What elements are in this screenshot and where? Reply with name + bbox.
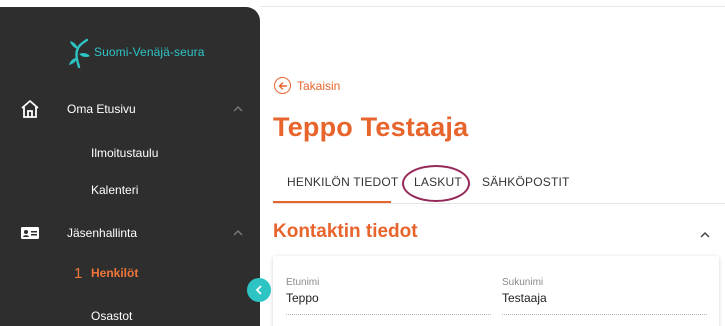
last-name-value[interactable]: Testaaja xyxy=(502,291,547,305)
contact-card: Etunimi Teppo Sukunimi Testaaja xyxy=(273,256,719,326)
sidebar-item-label: Kalenteri xyxy=(91,183,139,197)
home-icon xyxy=(19,98,41,120)
sidebar-item-ilmoitustaulu[interactable]: Ilmoitustaulu xyxy=(0,141,260,165)
first-name-value[interactable]: Teppo xyxy=(286,291,319,305)
back-label: Takaisin xyxy=(297,78,341,93)
collapse-sidebar-button[interactable] xyxy=(247,278,271,302)
section-title: Kontaktin tiedot xyxy=(273,221,418,242)
chevron-up-icon[interactable] xyxy=(699,229,711,241)
last-name-label: Sukunimi xyxy=(502,277,544,288)
page-title: Teppo Testaaja xyxy=(273,112,469,142)
sidebar: Suomi-Venäjä-seura Oma Etusivu Ilmoitust… xyxy=(0,7,260,326)
sidebar-item-label: Osastot xyxy=(91,309,133,323)
brand-name: Suomi-Venäjä-seura xyxy=(94,45,205,59)
tab-henkilon-tiedot[interactable]: HENKILÖN TIEDOT xyxy=(287,175,398,189)
sidebar-item-label: Jäsenhallinta xyxy=(67,226,138,240)
first-name-label: Etunimi xyxy=(286,277,320,288)
tab-sahkopostit[interactable]: SÄHKÖPOSTIT xyxy=(482,175,570,189)
first-name-underline xyxy=(286,314,491,315)
sidebar-item-label: Oma Etusivu xyxy=(67,102,136,116)
sidebar-item-jasenhallinta[interactable]: Jäsenhallinta xyxy=(0,221,260,245)
sidebar-item-label: Ilmoitustaulu xyxy=(91,146,159,160)
arrow-left-icon xyxy=(274,77,291,94)
header-divider xyxy=(260,6,725,7)
chevron-up-icon[interactable] xyxy=(232,227,244,239)
tabs-divider xyxy=(273,203,725,204)
sidebar-item-kalenteri[interactable]: Kalenteri xyxy=(0,178,260,202)
brand-logo[interactable]: Suomi-Venäjä-seura xyxy=(66,36,205,68)
sidebar-item-label: Henkilöt xyxy=(91,266,139,280)
annotation-number: 1 xyxy=(74,264,83,282)
sidebar-item-henkilot[interactable]: 1 Henkilöt xyxy=(0,261,260,285)
last-name-underline xyxy=(502,314,707,315)
chevron-left-icon xyxy=(255,285,262,295)
id-card-icon xyxy=(19,222,41,244)
chevron-up-icon[interactable] xyxy=(232,103,244,115)
leaf-logo-icon xyxy=(69,38,90,68)
sidebar-item-osastot[interactable]: Osastot xyxy=(0,304,260,326)
back-link[interactable]: Takaisin xyxy=(274,77,340,94)
sidebar-item-oma-etusivu[interactable]: Oma Etusivu xyxy=(0,97,260,121)
annotation-highlight-ellipse xyxy=(402,165,470,202)
